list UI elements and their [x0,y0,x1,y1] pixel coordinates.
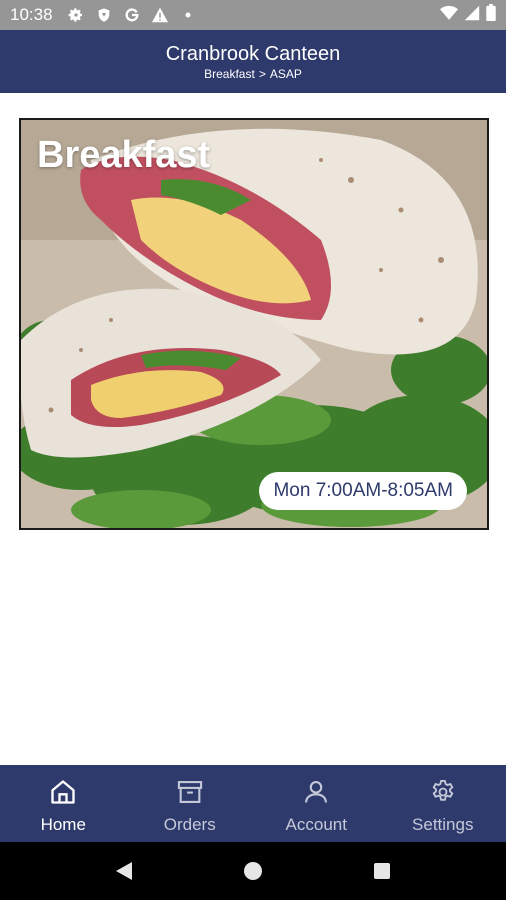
status-time: 10:38 [10,5,53,24]
home-circle-icon[interactable] [241,859,265,883]
settings-gear-icon [67,6,85,24]
nav-home[interactable]: Home [0,765,127,842]
nav-account[interactable]: Account [253,765,380,842]
breadcrumb-timing: ASAP [269,67,302,81]
battery-icon [486,4,496,26]
nav-settings[interactable]: Settings [380,765,506,842]
canteen-title: Cranbrook Canteen [165,43,341,65]
breakfast-wrap-photo [21,120,487,528]
nav-orders-label: Orders [163,815,216,834]
back-triangle-icon[interactable] [112,859,136,883]
wifi-icon [440,5,458,26]
breakfast-menu-card[interactable]: Breakfast Mon 7:00AM-8:05AM [19,118,489,530]
bottom-nav: Home Orders Account Settings [0,765,506,842]
menu-hours-badge: Mon 7:00AM-8:05AM [259,472,467,510]
google-g-icon [123,6,141,24]
archive-box-icon [175,777,205,807]
status-system-icons [440,4,496,26]
nav-home-label: Home [40,815,86,834]
home-icon [48,777,78,807]
nav-account-label: Account [285,815,347,834]
status-notification-icons [67,6,197,24]
cellular-signal-icon [464,5,480,26]
breadcrumb-menu: Breakfast [204,67,255,81]
system-nav-bar [0,842,506,900]
shield-icon [95,6,113,24]
gear-icon [428,777,458,807]
nav-orders[interactable]: Orders [127,765,254,842]
status-bar: 10:38 [0,0,506,30]
breadcrumb[interactable]: Breakfast > ASAP [0,67,506,81]
warning-icon [151,6,169,24]
menu-title: Breakfast [37,134,211,176]
dot-icon [179,6,197,24]
person-icon [301,777,331,807]
nav-settings-label: Settings [412,815,474,834]
app-header: Cranbrook Canteen Breakfast > ASAP [0,30,506,93]
breadcrumb-separator: > [258,67,266,81]
recents-square-icon[interactable] [370,859,394,883]
